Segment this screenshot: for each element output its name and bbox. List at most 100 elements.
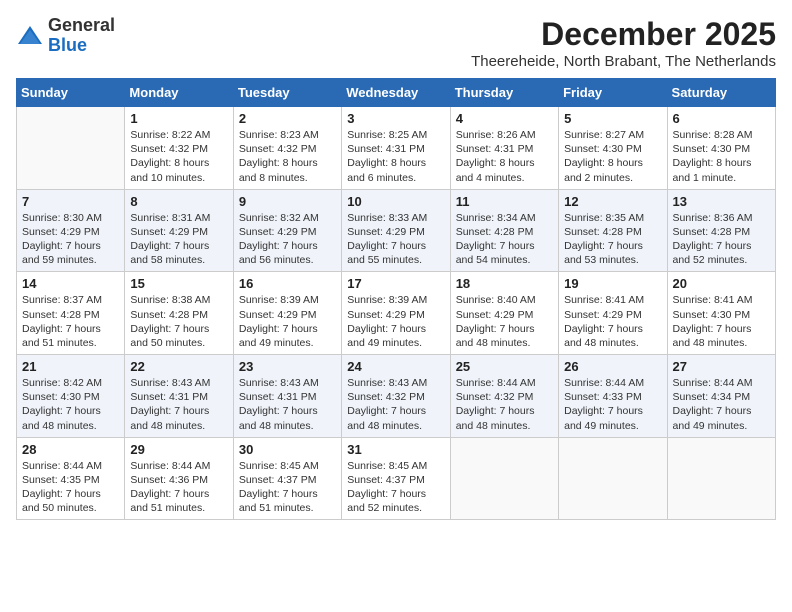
calendar-cell: 21 Sunrise: 8:42 AM Sunset: 4:30 PM Dayli… <box>17 355 125 438</box>
day-info: Sunrise: 8:38 AM Sunset: 4:28 PM Dayligh… <box>130 293 227 350</box>
day-info: Sunrise: 8:35 AM Sunset: 4:28 PM Dayligh… <box>564 211 661 268</box>
day-info: Sunrise: 8:44 AM Sunset: 4:34 PM Dayligh… <box>673 376 770 433</box>
day-info: Sunrise: 8:22 AM Sunset: 4:32 PM Dayligh… <box>130 128 227 185</box>
weekday-header-friday: Friday <box>559 79 667 107</box>
weekday-header-row: SundayMondayTuesdayWednesdayThursdayFrid… <box>17 79 776 107</box>
day-number: 3 <box>347 111 444 126</box>
calendar-cell <box>559 437 667 520</box>
weekday-header-thursday: Thursday <box>450 79 558 107</box>
weekday-header-saturday: Saturday <box>667 79 775 107</box>
logo-icon <box>16 22 44 50</box>
day-number: 31 <box>347 442 444 457</box>
day-info: Sunrise: 8:43 AM Sunset: 4:32 PM Dayligh… <box>347 376 444 433</box>
calendar-week-row: 7 Sunrise: 8:30 AM Sunset: 4:29 PM Daylig… <box>17 189 776 272</box>
calendar-cell: 8Sunrise: 8:31 AM Sunset: 4:29 PM Daylig… <box>125 189 233 272</box>
day-info: Sunrise: 8:25 AM Sunset: 4:31 PM Dayligh… <box>347 128 444 185</box>
calendar-week-row: 21 Sunrise: 8:42 AM Sunset: 4:30 PM Dayli… <box>17 355 776 438</box>
day-info: Sunrise: 8:39 AM Sunset: 4:29 PM Dayligh… <box>239 293 336 350</box>
day-info: Sunrise: 8:42 AM Sunset: 4:30 PM Dayligh… <box>22 376 119 433</box>
logo: General Blue <box>16 16 115 56</box>
day-number: 4 <box>456 111 553 126</box>
calendar-cell: 26 Sunrise: 8:44 AM Sunset: 4:33 PM Dayli… <box>559 355 667 438</box>
day-info: Sunrise: 8:36 AM Sunset: 4:28 PM Dayligh… <box>673 211 770 268</box>
day-info: Sunrise: 8:30 AM Sunset: 4:29 PM Dayligh… <box>22 211 119 268</box>
day-number: 12 <box>564 194 661 209</box>
weekday-header-monday: Monday <box>125 79 233 107</box>
calendar-cell: 16 Sunrise: 8:39 AM Sunset: 4:29 PM Dayli… <box>233 272 341 355</box>
day-info: Sunrise: 8:43 AM Sunset: 4:31 PM Dayligh… <box>130 376 227 433</box>
calendar-week-row: 14 Sunrise: 8:37 AM Sunset: 4:28 PM Dayli… <box>17 272 776 355</box>
day-info: Sunrise: 8:40 AM Sunset: 4:29 PM Dayligh… <box>456 293 553 350</box>
day-number: 2 <box>239 111 336 126</box>
location-subtitle: Theereheide, North Brabant, The Netherla… <box>471 53 776 70</box>
weekday-header-tuesday: Tuesday <box>233 79 341 107</box>
day-number: 1 <box>130 111 227 126</box>
calendar-cell: 14 Sunrise: 8:37 AM Sunset: 4:28 PM Dayli… <box>17 272 125 355</box>
page-header: General Blue December 2025 Theereheide, … <box>16 16 776 70</box>
day-number: 27 <box>673 359 770 374</box>
day-number: 14 <box>22 276 119 291</box>
calendar-cell <box>667 437 775 520</box>
calendar-cell: 2 Sunrise: 8:23 AM Sunset: 4:32 PM Daylig… <box>233 107 341 190</box>
day-number: 23 <box>239 359 336 374</box>
calendar-cell: 23Sunrise: 8:43 AM Sunset: 4:31 PM Dayli… <box>233 355 341 438</box>
calendar-cell: 18 Sunrise: 8:40 AM Sunset: 4:29 PM Dayli… <box>450 272 558 355</box>
day-info: Sunrise: 8:44 AM Sunset: 4:32 PM Dayligh… <box>456 376 553 433</box>
day-info: Sunrise: 8:34 AM Sunset: 4:28 PM Dayligh… <box>456 211 553 268</box>
calendar-cell: 12 Sunrise: 8:35 AM Sunset: 4:28 PM Dayli… <box>559 189 667 272</box>
day-info: Sunrise: 8:45 AM Sunset: 4:37 PM Dayligh… <box>239 459 336 516</box>
calendar-cell: 29 Sunrise: 8:44 AM Sunset: 4:36 PM Dayli… <box>125 437 233 520</box>
calendar-cell: 24 Sunrise: 8:43 AM Sunset: 4:32 PM Dayli… <box>342 355 450 438</box>
calendar-week-row: 1 Sunrise: 8:22 AM Sunset: 4:32 PM Daylig… <box>17 107 776 190</box>
day-number: 21 <box>22 359 119 374</box>
calendar-cell: 28 Sunrise: 8:44 AM Sunset: 4:35 PM Dayli… <box>17 437 125 520</box>
calendar-cell: 10Sunrise: 8:33 AM Sunset: 4:29 PM Dayli… <box>342 189 450 272</box>
day-info: Sunrise: 8:28 AM Sunset: 4:30 PM Dayligh… <box>673 128 770 185</box>
calendar-cell: 3 Sunrise: 8:25 AM Sunset: 4:31 PM Daylig… <box>342 107 450 190</box>
day-number: 24 <box>347 359 444 374</box>
calendar-cell <box>450 437 558 520</box>
calendar-cell: 6 Sunrise: 8:28 AM Sunset: 4:30 PM Daylig… <box>667 107 775 190</box>
day-info: Sunrise: 8:44 AM Sunset: 4:35 PM Dayligh… <box>22 459 119 516</box>
calendar-cell: 22 Sunrise: 8:43 AM Sunset: 4:31 PM Dayli… <box>125 355 233 438</box>
day-info: Sunrise: 8:44 AM Sunset: 4:33 PM Dayligh… <box>564 376 661 433</box>
day-number: 9 <box>239 194 336 209</box>
day-number: 15 <box>130 276 227 291</box>
calendar-cell: 25Sunrise: 8:44 AM Sunset: 4:32 PM Dayli… <box>450 355 558 438</box>
day-number: 5 <box>564 111 661 126</box>
day-number: 6 <box>673 111 770 126</box>
calendar-cell: 19 Sunrise: 8:41 AM Sunset: 4:29 PM Dayli… <box>559 272 667 355</box>
calendar-cell: 7 Sunrise: 8:30 AM Sunset: 4:29 PM Daylig… <box>17 189 125 272</box>
calendar-week-row: 28 Sunrise: 8:44 AM Sunset: 4:35 PM Dayli… <box>17 437 776 520</box>
day-number: 26 <box>564 359 661 374</box>
day-info: Sunrise: 8:26 AM Sunset: 4:31 PM Dayligh… <box>456 128 553 185</box>
calendar-cell: 5Sunrise: 8:27 AM Sunset: 4:30 PM Daylig… <box>559 107 667 190</box>
calendar-cell: 4 Sunrise: 8:26 AM Sunset: 4:31 PM Daylig… <box>450 107 558 190</box>
day-info: Sunrise: 8:37 AM Sunset: 4:28 PM Dayligh… <box>22 293 119 350</box>
month-year-title: December 2025 <box>471 16 776 53</box>
day-number: 30 <box>239 442 336 457</box>
day-number: 28 <box>22 442 119 457</box>
day-number: 10 <box>347 194 444 209</box>
calendar-cell <box>17 107 125 190</box>
day-info: Sunrise: 8:41 AM Sunset: 4:30 PM Dayligh… <box>673 293 770 350</box>
title-block: December 2025 Theereheide, North Brabant… <box>471 16 776 70</box>
day-number: 7 <box>22 194 119 209</box>
calendar-cell: 20Sunrise: 8:41 AM Sunset: 4:30 PM Dayli… <box>667 272 775 355</box>
calendar-cell: 11Sunrise: 8:34 AM Sunset: 4:28 PM Dayli… <box>450 189 558 272</box>
day-info: Sunrise: 8:41 AM Sunset: 4:29 PM Dayligh… <box>564 293 661 350</box>
day-number: 19 <box>564 276 661 291</box>
day-number: 29 <box>130 442 227 457</box>
day-number: 16 <box>239 276 336 291</box>
calendar-cell: 30 Sunrise: 8:45 AM Sunset: 4:37 PM Dayli… <box>233 437 341 520</box>
day-number: 13 <box>673 194 770 209</box>
day-info: Sunrise: 8:32 AM Sunset: 4:29 PM Dayligh… <box>239 211 336 268</box>
calendar-cell: 13 Sunrise: 8:36 AM Sunset: 4:28 PM Dayli… <box>667 189 775 272</box>
day-info: Sunrise: 8:44 AM Sunset: 4:36 PM Dayligh… <box>130 459 227 516</box>
day-info: Sunrise: 8:39 AM Sunset: 4:29 PM Dayligh… <box>347 293 444 350</box>
calendar-cell: 31Sunrise: 8:45 AM Sunset: 4:37 PM Dayli… <box>342 437 450 520</box>
day-number: 22 <box>130 359 227 374</box>
day-number: 8 <box>130 194 227 209</box>
day-number: 18 <box>456 276 553 291</box>
day-info: Sunrise: 8:23 AM Sunset: 4:32 PM Dayligh… <box>239 128 336 185</box>
